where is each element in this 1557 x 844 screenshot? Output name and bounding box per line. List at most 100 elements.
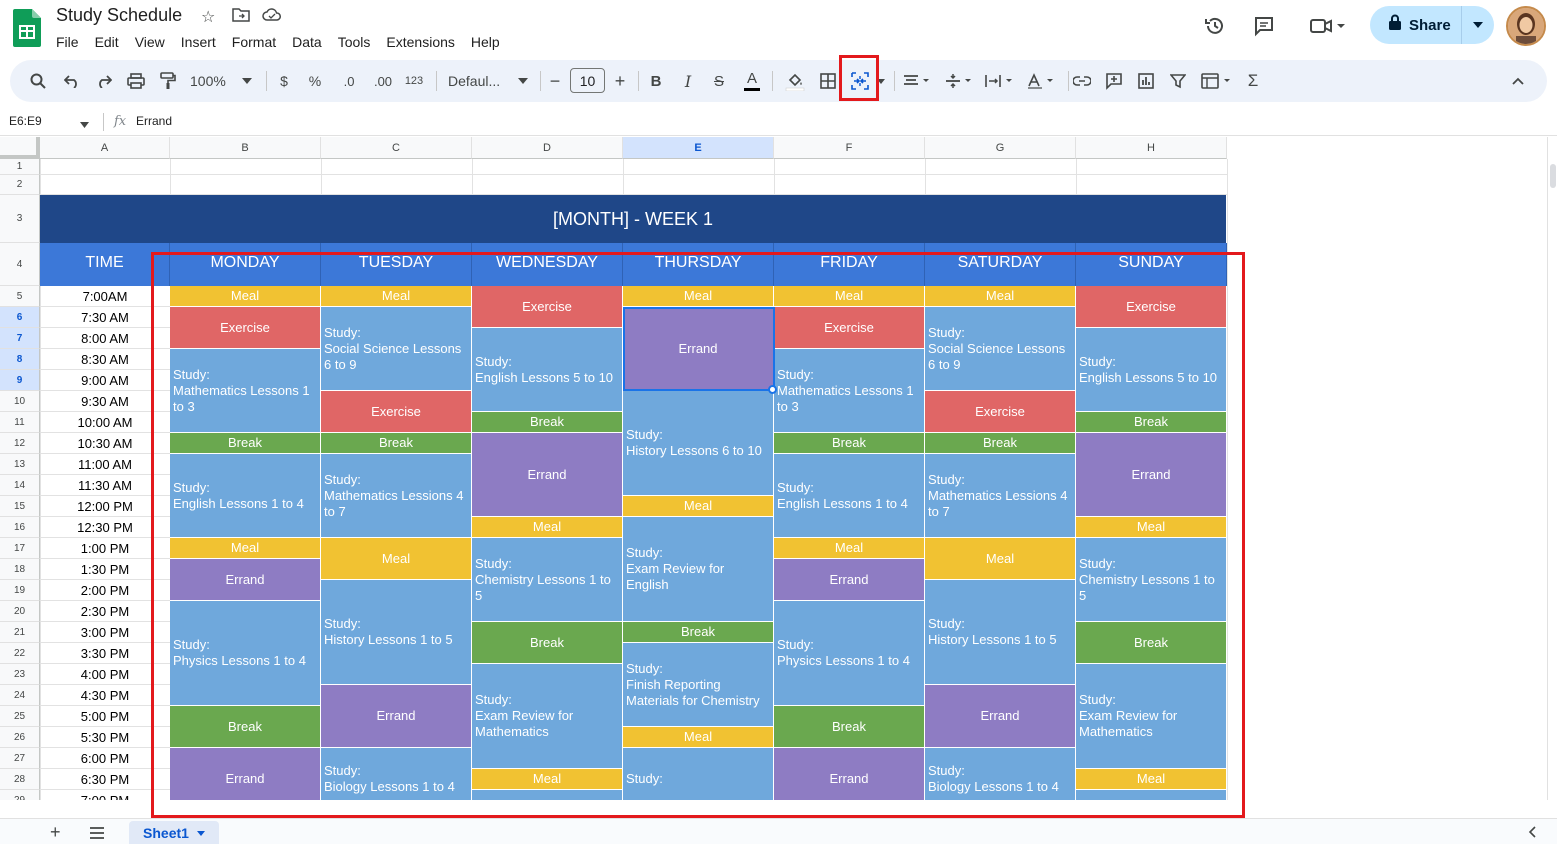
row-header-1[interactable]: 1 <box>0 159 40 175</box>
zoom-select[interactable]: 100% <box>190 69 252 93</box>
collapse-toolbar-icon[interactable] <box>1509 69 1527 93</box>
all-sheets-icon[interactable] <box>89 826 105 844</box>
menu-edit[interactable]: Edit <box>87 31 127 53</box>
add-sheet-icon[interactable]: + <box>50 822 61 843</box>
row-header-22[interactable]: 22 <box>0 643 40 664</box>
row-header-18[interactable]: 18 <box>0 559 40 580</box>
row-header-19[interactable]: 19 <box>0 580 40 601</box>
font-size-input[interactable]: 10 <box>570 68 605 93</box>
column-header-a[interactable]: A <box>40 137 170 159</box>
row-header-8[interactable]: 8 <box>0 349 40 370</box>
column-header-g[interactable]: G <box>925 137 1076 159</box>
row-header-16[interactable]: 16 <box>0 517 40 538</box>
horizontal-align-icon[interactable] <box>902 69 932 93</box>
increase-decimal-button[interactable]: .00 <box>370 69 396 93</box>
row-header-5[interactable]: 5 <box>0 286 40 307</box>
row-header-3[interactable]: 3 <box>0 195 40 243</box>
increase-font-size-button[interactable]: + <box>612 69 628 93</box>
insert-comment-icon[interactable] <box>1104 69 1124 93</box>
menu-tools[interactable]: Tools <box>330 31 379 53</box>
vertical-scrollbar[interactable] <box>1547 137 1557 800</box>
row-header-7[interactable]: 7 <box>0 328 40 349</box>
menu-file[interactable]: File <box>48 31 87 53</box>
row-header-23[interactable]: 23 <box>0 664 40 685</box>
text-rotation-icon[interactable] <box>1025 69 1057 93</box>
row-header-27[interactable]: 27 <box>0 748 40 769</box>
format-percent-button[interactable]: % <box>307 69 323 93</box>
font-family-select[interactable]: Defaul... <box>448 69 528 93</box>
column-header-c[interactable]: C <box>321 137 472 159</box>
row-header-2[interactable]: 2 <box>0 175 40 195</box>
share-main[interactable]: Share <box>1370 6 1462 44</box>
menu-format[interactable]: Format <box>224 31 284 53</box>
avatar[interactable] <box>1506 6 1546 46</box>
comments-icon[interactable] <box>1248 10 1280 42</box>
row-header-26[interactable]: 26 <box>0 727 40 748</box>
column-header-b[interactable]: B <box>170 137 321 159</box>
row-header-13[interactable]: 13 <box>0 454 40 475</box>
menu-view[interactable]: View <box>127 31 173 53</box>
number-format-button[interactable]: 123 <box>402 69 426 93</box>
column-header-d[interactable]: D <box>472 137 623 159</box>
functions-icon[interactable]: Σ <box>1244 69 1262 93</box>
column-header-f[interactable]: F <box>774 137 925 159</box>
vertical-align-icon[interactable] <box>944 69 974 93</box>
decrease-decimal-button[interactable]: .0 <box>338 69 360 93</box>
format-currency-button[interactable]: $ <box>276 69 292 93</box>
column-header-h[interactable]: H <box>1076 137 1227 159</box>
row-header-10[interactable]: 10 <box>0 391 40 412</box>
video-call-icon[interactable] <box>1303 10 1353 42</box>
menu-help[interactable]: Help <box>463 31 508 53</box>
formula-input[interactable]: Errand <box>136 114 172 128</box>
search-menus-icon[interactable] <box>28 69 48 93</box>
row-header-24[interactable]: 24 <box>0 685 40 706</box>
row-header-20[interactable]: 20 <box>0 601 40 622</box>
italic-icon[interactable]: I <box>680 69 696 93</box>
name-box-chevron-icon[interactable] <box>80 115 89 133</box>
fill-color-icon[interactable] <box>784 69 806 93</box>
row-header-6[interactable]: 6 <box>0 307 40 328</box>
row-header-4[interactable]: 4 <box>0 243 40 286</box>
vertical-scroll-thumb[interactable] <box>1550 164 1556 188</box>
row-header-17[interactable]: 17 <box>0 538 40 559</box>
share-options-chevron-icon[interactable] <box>1462 22 1494 28</box>
schedule-title[interactable]: [MONTH] - WEEK 1 <box>40 195 1226 243</box>
menu-extensions[interactable]: Extensions <box>378 31 462 53</box>
row-header-11[interactable]: 11 <box>0 412 40 433</box>
decrease-font-size-button[interactable]: − <box>547 69 563 93</box>
select-all-corner[interactable] <box>0 137 40 159</box>
filter-views-icon[interactable] <box>1200 69 1234 93</box>
text-color-icon[interactable]: A <box>744 69 760 91</box>
row-header-29[interactable]: 29 <box>0 790 40 800</box>
share-button[interactable]: Share <box>1370 6 1494 44</box>
undo-icon[interactable] <box>62 69 82 93</box>
column-header-e[interactable]: E <box>623 137 774 159</box>
row-header-25[interactable]: 25 <box>0 706 40 727</box>
cloud-status-icon[interactable] <box>262 7 282 28</box>
insert-link-icon[interactable] <box>1072 69 1092 93</box>
text-wrapping-icon[interactable] <box>984 69 1016 93</box>
menu-data[interactable]: Data <box>284 31 330 53</box>
borders-icon[interactable] <box>818 69 838 93</box>
sheets-logo-icon[interactable] <box>13 9 41 47</box>
star-icon[interactable]: ☆ <box>201 7 215 27</box>
explore-collapse-icon[interactable] <box>1528 825 1536 843</box>
redo-icon[interactable] <box>94 69 114 93</box>
row-header-12[interactable]: 12 <box>0 433 40 454</box>
bold-icon[interactable]: B <box>648 69 664 93</box>
menu-insert[interactable]: Insert <box>173 31 224 53</box>
row-header-28[interactable]: 28 <box>0 769 40 790</box>
document-title[interactable]: Study Schedule <box>56 5 182 26</box>
filter-icon[interactable] <box>1168 69 1188 93</box>
print-icon[interactable] <box>126 69 146 93</box>
version-history-icon[interactable] <box>1199 10 1231 42</box>
strikethrough-icon[interactable]: S <box>711 69 727 93</box>
row-header-15[interactable]: 15 <box>0 496 40 517</box>
row-header-21[interactable]: 21 <box>0 622 40 643</box>
sheet-tab-sheet1[interactable]: Sheet1 <box>129 821 219 844</box>
paint-format-icon[interactable] <box>158 69 178 93</box>
insert-chart-icon[interactable] <box>1136 69 1156 93</box>
move-to-folder-icon[interactable] <box>232 7 250 28</box>
row-header-9[interactable]: 9 <box>0 370 40 391</box>
row-header-14[interactable]: 14 <box>0 475 40 496</box>
